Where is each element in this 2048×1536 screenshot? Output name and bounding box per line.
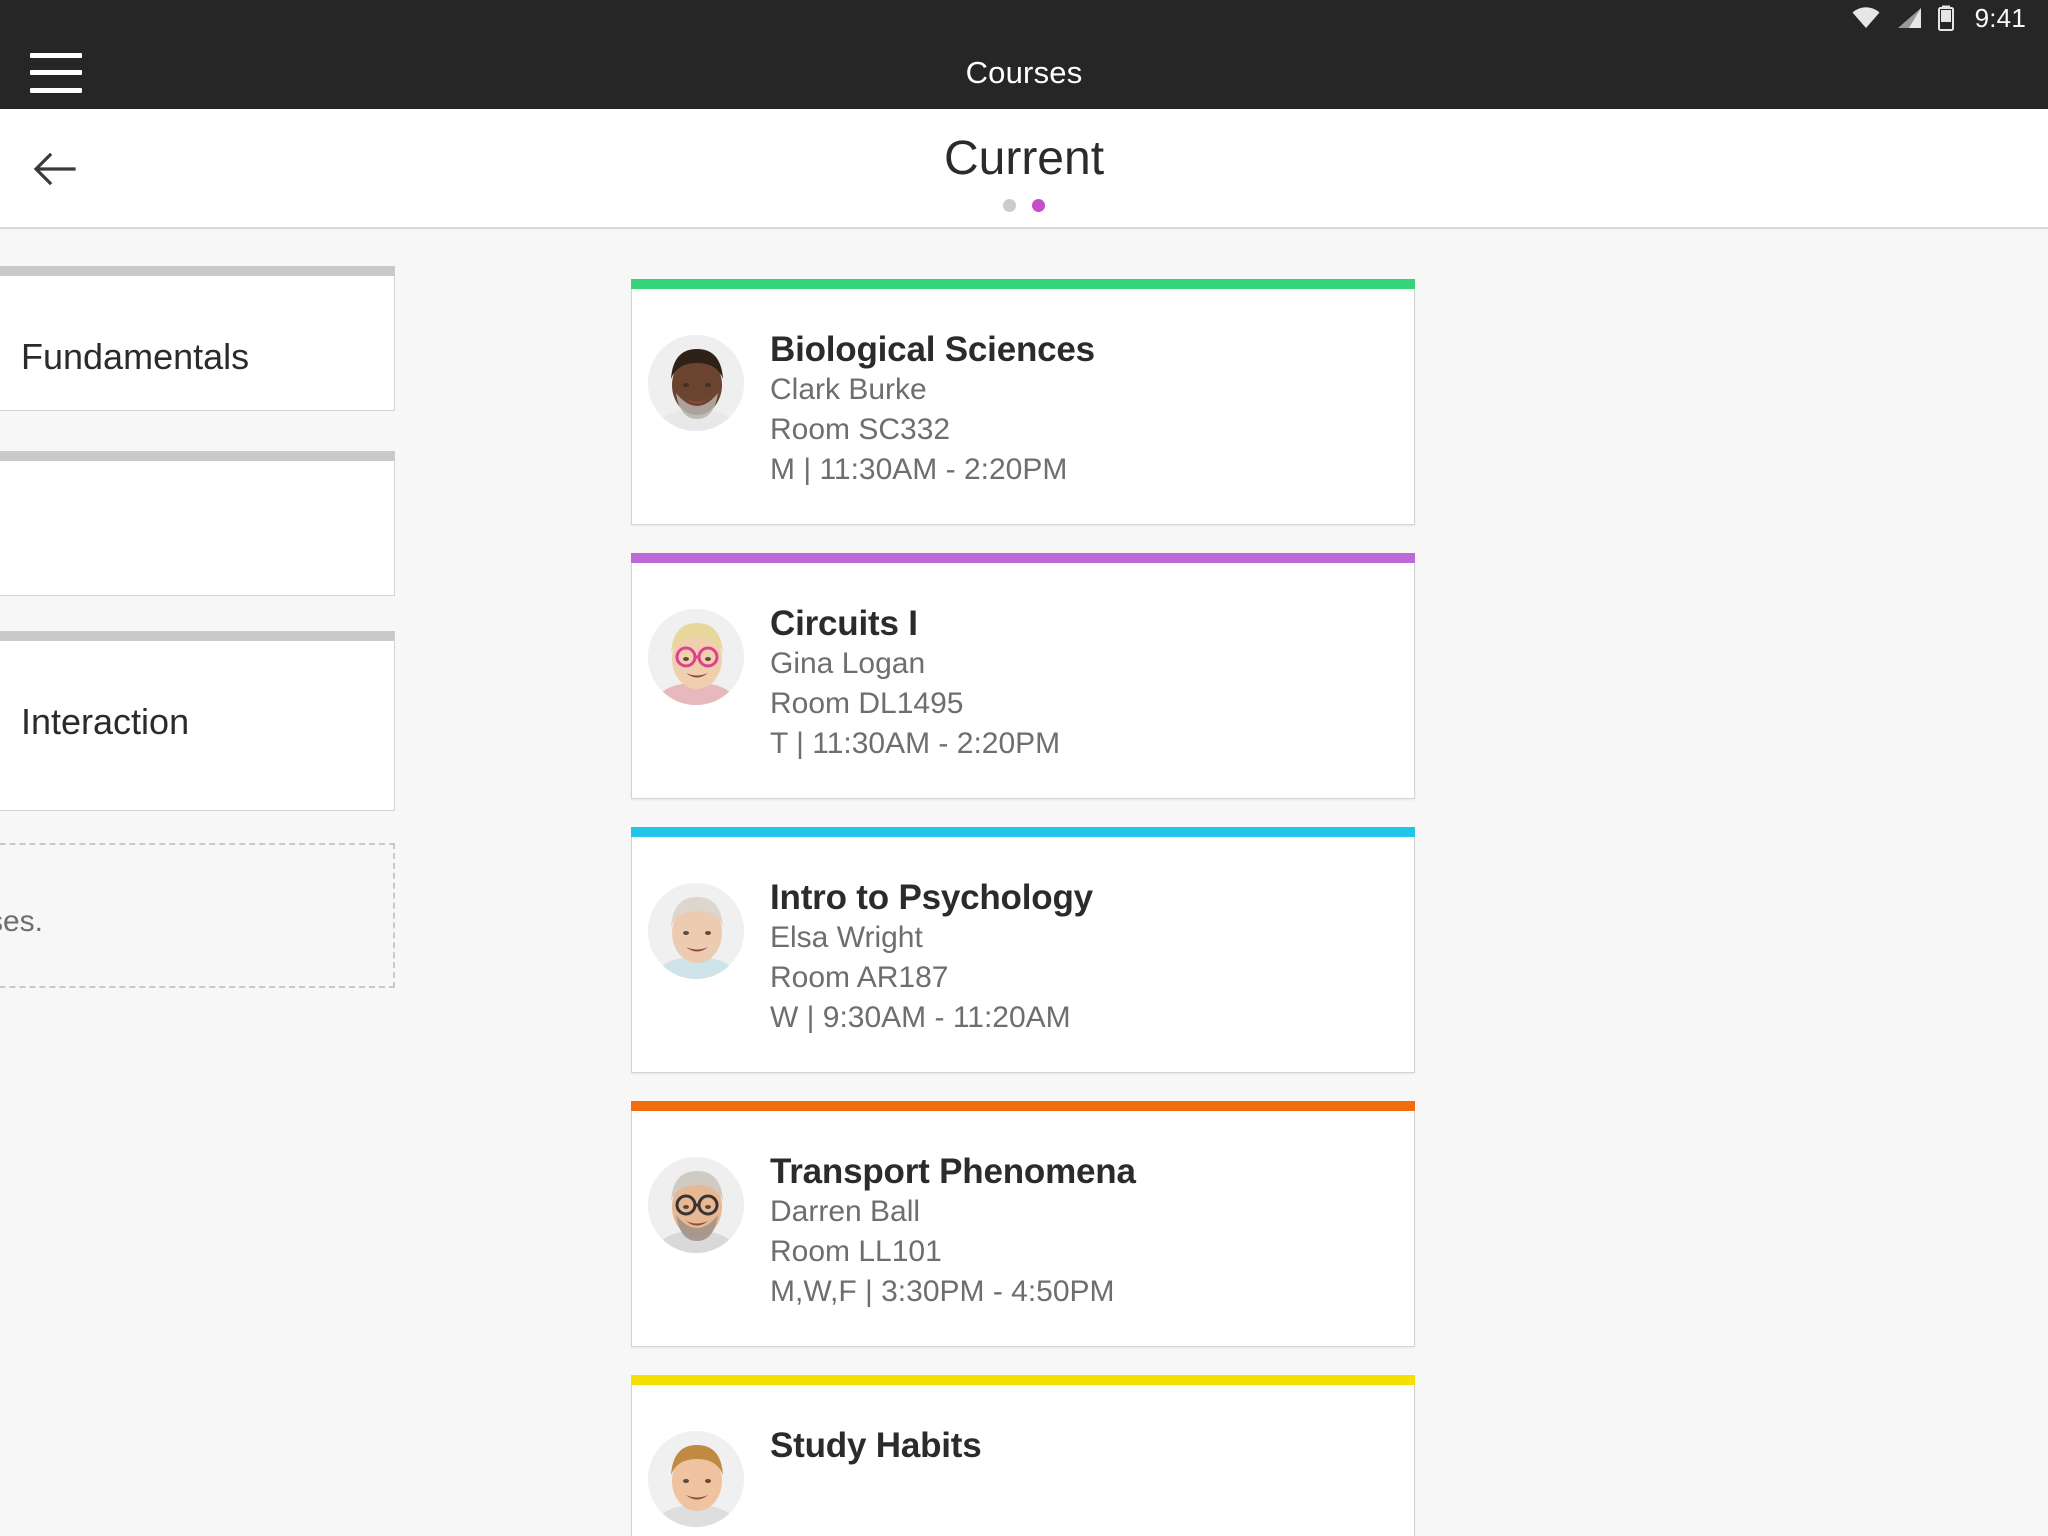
course-schedule: M | 11:30AM - 2:20PM [770,453,1068,487]
hamburger-menu-icon[interactable] [30,52,82,93]
course-schedule: T | 11:30AM - 2:20PM [770,727,1061,761]
instructor-avatar [648,1430,744,1527]
course-room: Room DL1495 [770,687,964,721]
course-details: Biological Sciences Clark Burke Room SC332… [770,329,1115,490]
course-details: Intro to Psychology Elsa Wright Room AR187… [770,877,1113,1038]
course-accent-bar [631,826,1415,837]
course-accent-bar [631,279,1415,289]
app-bar: Courses [0,36,2048,109]
course-details: Study Habits [770,1425,1002,1466]
instructor-avatar [648,335,744,431]
course-details: Circuits I Gina Logan Room DL1495 T | 11:30… [770,603,1080,764]
course-room: Room AR187 [770,961,949,995]
content-area: Fundamentals Interaction Mrses. Biological… [0,231,2048,1536]
course-instructor: Gina Logan [770,647,926,681]
pager-dot-1[interactable] [1003,199,1016,212]
status-clock: 9:41 [1974,2,2026,33]
ghost-card-meta: M [0,793,2,827]
course-accent-bar [631,552,1415,563]
course-name: Circuits I [770,603,918,643]
ghost-card-3[interactable]: Interaction M [0,631,395,826]
menu-line-2 [30,70,82,75]
ghost-card-title: Fundamentals [21,336,250,377]
course-name: Intro to Psychology [770,877,1093,917]
previous-page-pane: Fundamentals Interaction Mrses. [0,231,395,1536]
sub-header: Current [0,109,2048,229]
status-bar: 9:41 [0,0,2048,36]
course-card[interactable]: Biological Sciences Clark Burke Room SC332… [631,279,1415,525]
instructor-avatar [648,882,744,979]
ghost-card-meta: rses. [0,905,44,938]
pager-dots [0,199,2048,212]
menu-line-1 [30,52,82,58]
ghost-card-2[interactable] [0,451,395,596]
page-title: Current [943,132,1105,185]
cellular-signal-icon [1895,6,1923,30]
course-accent-bar [631,1100,1415,1111]
course-name: Transport Phenomena [770,1151,1136,1191]
course-card[interactable]: Intro to Psychology Elsa Wright Room AR187… [631,826,1415,1073]
app-bar-title: Courses [965,54,1083,90]
instructor-avatar [648,608,744,705]
battery-icon [1937,5,1955,31]
wifi-icon [1851,6,1881,30]
course-card[interactable]: Transport Phenomena Darren Ball Room LL101… [631,1100,1415,1347]
course-schedule: M,W,F | 3:30PM - 4:50PM [770,1274,1115,1308]
course-card[interactable]: Study Habits [631,1374,1415,1536]
instructor-avatar [648,1156,744,1253]
course-list: Biological Sciences Clark Burke Room SC332… [631,231,1421,1536]
course-card[interactable]: Circuits I Gina Logan Room DL1495 T | 11:30… [631,552,1415,799]
course-instructor: Elsa Wright [770,921,923,955]
course-instructor: Clark Burke [770,373,927,407]
course-name: Study Habits [770,1425,982,1465]
menu-line-3 [30,87,82,93]
ghost-card-1[interactable]: Fundamentals [0,266,395,411]
course-accent-bar [631,1374,1415,1385]
ghost-card-4[interactable]: rses. [0,843,395,988]
course-room: Room LL101 [770,1235,942,1269]
course-room: Room SC332 [770,413,951,447]
ghost-card-title: Interaction [21,701,190,742]
pager-dot-2[interactable] [1032,199,1045,212]
course-name: Biological Sciences [770,330,1095,369]
course-schedule: W | 9:30AM - 11:20AM [770,1001,1071,1035]
course-details: Transport Phenomena Darren Ball Room LL101… [770,1151,1156,1312]
course-instructor: Darren Ball [770,1195,921,1229]
